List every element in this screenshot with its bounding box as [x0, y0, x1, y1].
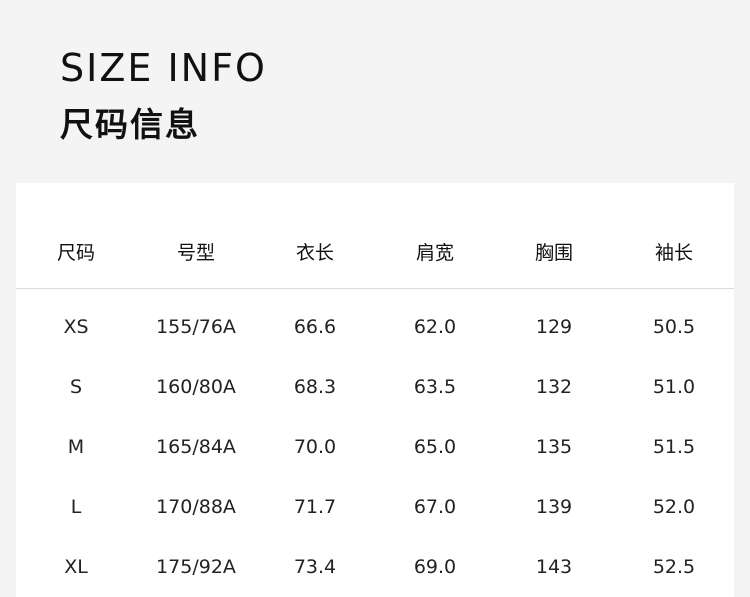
table-row: S 160/80A 68.3 63.5 132 51.0 [16, 367, 734, 407]
cell-sleeve: 51.5 [652, 436, 696, 458]
table-row: XS 155/76A 66.6 62.0 129 50.5 [16, 307, 734, 347]
cell-model: 170/88A [156, 496, 236, 518]
cell-size: S [69, 376, 83, 398]
header-length: 衣长 [295, 242, 334, 264]
table-row: XL 175/92A 73.4 69.0 143 52.5 [16, 547, 734, 587]
cell-chest: 129 [535, 316, 573, 338]
header-chest: 胸围 [534, 242, 573, 264]
cell-chest: 143 [535, 556, 573, 578]
table-row: L 170/88A 71.7 67.0 139 52.0 [16, 487, 734, 527]
cell-chest: 139 [535, 496, 573, 518]
cell-shoulder: 65.0 [413, 436, 457, 458]
cell-sleeve: 52.0 [652, 496, 696, 518]
cell-size: M [67, 436, 85, 458]
cell-shoulder: 69.0 [413, 556, 457, 578]
cell-shoulder: 63.5 [413, 376, 457, 398]
cell-shoulder: 67.0 [413, 496, 457, 518]
cell-size: L [70, 496, 82, 518]
header-shoulder: 肩宽 [415, 242, 454, 264]
cell-sleeve: 52.5 [652, 556, 696, 578]
cell-length: 68.3 [293, 376, 337, 398]
cell-chest: 135 [535, 436, 573, 458]
cell-sleeve: 51.0 [652, 376, 696, 398]
cell-length: 71.7 [293, 496, 337, 518]
cell-model: 160/80A [156, 376, 236, 398]
cell-length: 66.6 [293, 316, 337, 338]
cell-chest: 132 [535, 376, 573, 398]
header-sleeve: 袖长 [654, 242, 693, 264]
cell-length: 70.0 [293, 436, 337, 458]
cell-size: XL [64, 556, 88, 578]
cell-size: XS [63, 316, 89, 338]
cell-model: 175/92A [156, 556, 236, 578]
page-title-en: SIZE INFO [60, 46, 267, 90]
cell-sleeve: 50.5 [652, 316, 696, 338]
header-model: 号型 [176, 242, 215, 264]
page-title-cn: 尺码信息 [60, 105, 200, 144]
table-header-row: 尺码 号型 衣长 肩宽 胸围 袖长 [16, 233, 734, 273]
table-row: M 165/84A 70.0 65.0 135 51.5 [16, 427, 734, 467]
cell-model: 165/84A [156, 436, 236, 458]
cell-model: 155/76A [156, 316, 236, 338]
size-table: 尺码 号型 衣长 肩宽 胸围 袖长 XS 155/76A 66.6 62.0 1… [16, 183, 734, 597]
cell-length: 73.4 [293, 556, 337, 578]
cell-shoulder: 62.0 [413, 316, 457, 338]
header-divider [16, 288, 734, 289]
header-size: 尺码 [56, 242, 95, 264]
